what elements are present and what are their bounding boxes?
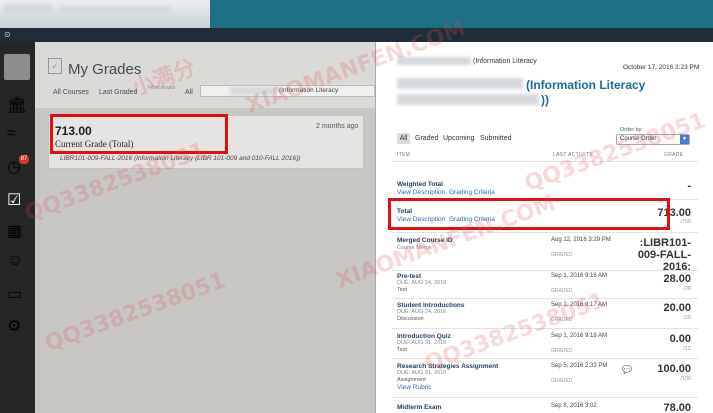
filter-label: Filter results xyxy=(148,85,176,91)
row-sub: DUE: AUG 24, 2016 xyxy=(397,309,447,315)
course-name: LIBR101-009-FALL-2016 (Information Liter… xyxy=(60,155,301,162)
messages-icon[interactable]: ▭ xyxy=(7,284,27,304)
divider xyxy=(392,358,698,359)
row-type: Discussion xyxy=(397,316,424,322)
blurred-text xyxy=(397,57,471,65)
divider xyxy=(392,232,698,233)
row-sub: DUE: AUG 31, 2016 xyxy=(397,340,447,346)
grades-book-icon: ✓ xyxy=(48,58,62,74)
blurred-text xyxy=(397,94,539,105)
header-activity: LAST ACTIVITY xyxy=(553,152,593,158)
filter-all[interactable]: All xyxy=(185,89,193,96)
row-title[interactable]: Introduction Quiz xyxy=(397,333,451,340)
comment-icon[interactable]: 💬 xyxy=(622,365,632,374)
row-title[interactable]: Pre-test xyxy=(397,273,421,280)
chevron-down-icon: ▼ xyxy=(680,135,689,144)
activity-stream-icon[interactable]: ≈ xyxy=(7,125,27,145)
page-title: My Grades xyxy=(68,61,142,78)
tab-graded[interactable]: Graded xyxy=(415,135,438,142)
row-max: /12 xyxy=(683,346,691,352)
tab-upcoming[interactable]: Upcoming xyxy=(443,135,475,142)
row-status: GRADED xyxy=(551,317,573,323)
notification-badge: 87 xyxy=(19,155,29,164)
row-grade: - xyxy=(687,180,691,192)
row-status: GRADED xyxy=(551,288,573,294)
filter-last-graded[interactable]: Last Graded xyxy=(99,89,138,96)
row-grade: 20.00 xyxy=(663,302,691,314)
row-status: GRADED xyxy=(551,348,573,354)
row-grade: 28.00 xyxy=(663,273,691,285)
row-activity: Sep 1, 2016 9:17 AM xyxy=(551,302,608,308)
row-max: /760 xyxy=(680,219,691,225)
row-grade: 78.00 xyxy=(663,402,691,413)
row-status: GRADED xyxy=(551,252,573,258)
calendar-icon[interactable]: ▦ xyxy=(7,221,27,241)
divider xyxy=(392,328,698,329)
header-grade: GRADE xyxy=(664,152,684,158)
row-max: /100 xyxy=(680,376,691,382)
filter-all-courses[interactable]: All Courses xyxy=(53,89,89,96)
address-bar[interactable] xyxy=(210,0,713,28)
row-grade: :LIBR101-009-FALL-2016: xyxy=(637,237,691,273)
view-description-link[interactable]: View Description xyxy=(397,189,445,196)
tab-all[interactable]: All xyxy=(397,133,410,144)
course-title-cont: )) xyxy=(541,93,549,107)
tools-icon[interactable]: ⚙ xyxy=(7,316,27,336)
breadcrumb: (Information Literacy xyxy=(473,58,537,65)
order-select[interactable]: Course Order ▼ xyxy=(616,134,690,145)
row-activity: Sep 1, 2016 9:18 AM xyxy=(551,333,608,339)
row-activity: Aug 12, 2016 3:29 PM xyxy=(551,237,611,243)
grading-criteria-link[interactable]: Grading Criteria xyxy=(449,189,495,196)
row-title: Merged Course ID xyxy=(397,237,453,244)
row-sub: DUE: AUG 24, 2016 xyxy=(397,280,447,286)
row-title[interactable]: Midterm Exam xyxy=(397,404,441,411)
emoji-icon[interactable]: ☺ xyxy=(7,252,27,272)
header-item: ITEM xyxy=(397,152,411,158)
row-grade: 100.00 xyxy=(657,363,691,375)
grades-icon[interactable]: ☑ xyxy=(7,190,27,210)
blurred-tab xyxy=(60,6,170,14)
row-activity: Sep 8, 2016 3:02 xyxy=(551,403,597,409)
row-type: Test xyxy=(397,287,408,293)
row-title: Weighted Total xyxy=(397,181,443,188)
row-max: /28 xyxy=(683,286,691,292)
highlight-box xyxy=(388,198,670,230)
institution-icon[interactable]: 🏛 xyxy=(7,95,27,115)
blurred-text xyxy=(397,78,523,89)
row-type: Assignment xyxy=(397,377,426,383)
row-status: GRADED xyxy=(551,378,573,384)
row-type: Test xyxy=(397,347,408,353)
divider xyxy=(392,270,698,271)
blurred-tab xyxy=(4,4,52,14)
blurred-text xyxy=(230,87,276,95)
divider xyxy=(392,161,698,162)
row-title[interactable]: Student Introductions xyxy=(397,302,465,309)
bookmarks-bar: ⊙ xyxy=(0,28,713,42)
course-title: (Information Literacy xyxy=(526,78,646,92)
row-sub: Course Merge xyxy=(397,245,432,251)
row-grade: 0.00 xyxy=(669,333,691,345)
order-label: Order by: xyxy=(620,127,643,133)
filter-search-input[interactable]: (Information Literacy xyxy=(200,85,375,97)
tab-submitted[interactable]: Submitted xyxy=(480,135,512,142)
last-updated-time: 2 months ago xyxy=(316,123,359,130)
row-title[interactable]: Research Strategies Assignment xyxy=(397,363,498,370)
row-activity: Sep 5, 2016 2:33 PM xyxy=(551,363,608,369)
app-icon: ⊙ xyxy=(4,30,11,39)
row-activity: Sep 1, 2016 9:16 AM xyxy=(551,273,608,279)
avatar[interactable] xyxy=(4,54,30,80)
divider xyxy=(392,397,698,398)
view-rubric-link[interactable]: View Rubric xyxy=(397,384,432,391)
order-value: Course Order xyxy=(620,136,657,142)
highlight-box xyxy=(50,114,228,154)
divider xyxy=(392,298,698,299)
page-date: October 17, 2016 3:23 PM xyxy=(623,64,700,71)
row-sub: DUE: AUG 31, 2016 xyxy=(397,370,447,376)
row-max: /20 xyxy=(683,315,691,321)
